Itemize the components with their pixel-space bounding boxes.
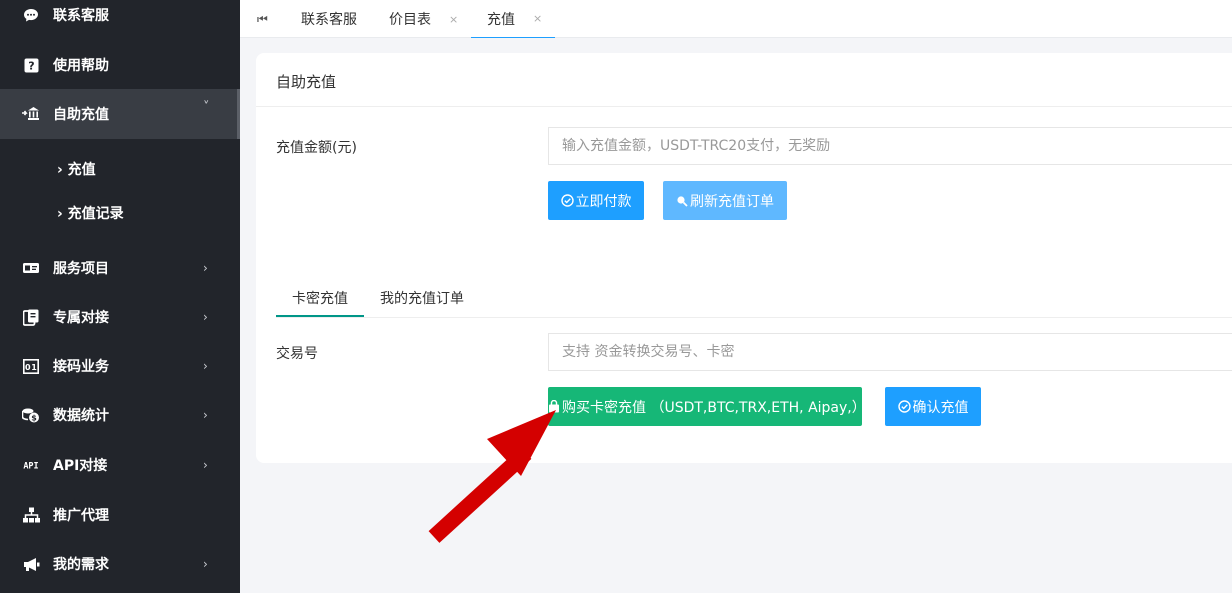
page-title: 自助充值 [276,73,337,91]
sitemap-icon [22,506,40,524]
coins-icon: $ [22,406,40,424]
megaphone-icon [22,555,40,573]
buy-card-button[interactable]: 购买卡密充值 （USDT,BTC,TRX,ETH, Aipay,） [548,387,866,426]
svg-text:?: ? [28,59,34,72]
tab-card-recharge[interactable]: 卡密充值 [276,279,364,317]
sidebar-item-statistics[interactable]: $ 数据统计 › [0,390,240,440]
sidebar-item-label: 专属对接 [53,310,109,326]
tab-my-orders[interactable]: 我的充值订单 [380,279,464,317]
pay-now-label: 立即付款 [575,193,632,210]
tab-contact-support[interactable]: 联系客服 [301,0,357,38]
confirm-recharge-button[interactable]: 确认充值 [885,387,981,426]
tab-label: 联系客服 [301,12,357,28]
search-icon [676,195,688,207]
svg-text:0: 0 [25,363,31,372]
amount-label: 充值金额(元) [276,140,357,156]
sidebar-item-self-recharge[interactable]: 自助充值 ˅ [0,89,240,139]
sidebar-item-sms-code[interactable]: 01 接码业务 › [0,341,240,391]
tab-label: 充值 [487,11,515,28]
chevron-right-icon: › [203,359,208,373]
chat-icon [22,6,40,24]
transaction-input[interactable] [548,333,1232,371]
api-icon: API [22,456,40,474]
sidebar-item-label: 数据统计 [53,408,109,424]
sidebar-item-label: 联系客服 [53,8,109,24]
sidebar-item-label: 推广代理 [53,508,109,524]
sidebar-item-contact-support[interactable]: 联系客服 [0,0,240,40]
sidebar-item-label: 我的需求 [53,557,109,573]
sidebar-item-promotion-agent[interactable]: 推广代理 [0,490,240,540]
sidebar-subitem-label: › 充值 [57,162,96,178]
sidebar-subitem-label: › 充值记录 [57,206,124,222]
sidebar-item-services[interactable]: 服务项目 › [0,243,240,293]
chevron-right-icon: › [203,557,208,571]
chevron-right-icon: › [203,261,208,275]
tab-label: 价目表 [389,12,431,28]
sidebar: 联系客服 ? 使用帮助 自助充值 ˅ › 充值 › 充值记录 服务项目 › 专属… [0,0,240,593]
subtab-label: 卡密充值 [292,291,348,307]
close-icon[interactable]: × [449,13,458,26]
sidebar-item-label: 服务项目 [53,261,109,277]
divider [276,317,1232,318]
card-header: 自助充值 [256,53,1232,107]
shopping-bag-icon [548,400,560,413]
tab-bar: ⏮ 联系客服 价目表 × 充值 × [240,0,1232,38]
check-circle-icon [897,400,911,413]
bank-icon [22,105,40,123]
card-icon [22,259,40,277]
sidebar-item-label: 接码业务 [53,359,109,375]
chevron-right-icon: › [203,408,208,422]
sidebar-subitem-recharge-records[interactable]: › 充值记录 [0,191,240,235]
check-circle-icon [560,194,574,207]
sidebar-item-api[interactable]: API API对接 › [0,440,240,490]
sidebar-item-my-requests[interactable]: 我的需求 › [0,539,240,589]
close-icon[interactable]: × [533,12,542,25]
amount-input[interactable] [548,127,1232,165]
sidebar-item-label: 使用帮助 [53,58,109,74]
sidebar-item-label: 自助充值 [53,107,109,123]
help-icon: ? [22,56,40,74]
chevron-right-icon: › [203,458,208,472]
pay-now-button[interactable]: 立即付款 [548,181,644,220]
buy-card-label: 购买卡密充值 （USDT,BTC,TRX,ETH, Aipay,） [562,399,866,416]
tab-price-list[interactable]: 价目表 × [389,0,458,38]
chevron-down-icon: ˅ [203,100,210,115]
chevron-right-icon: › [203,310,208,324]
tab-recharge[interactable]: 充值 × [471,0,555,38]
code-icon: 01 [22,357,40,375]
transaction-label: 交易号 [276,346,318,362]
recharge-card: 自助充值 充值金额(元) 立即付款 刷新充值订单 卡密充值 我的充值订单 交易号… [256,53,1232,463]
svg-text:1: 1 [31,363,37,372]
sidebar-item-label: API对接 [53,458,108,474]
subtab-label: 我的充值订单 [380,291,464,307]
svg-text:API: API [23,462,38,471]
svg-text:$: $ [31,414,37,423]
refresh-orders-button[interactable]: 刷新充值订单 [663,181,787,220]
refresh-orders-label: 刷新充值订单 [690,193,774,210]
sidebar-item-help[interactable]: ? 使用帮助 [0,40,240,90]
sidebar-item-exclusive-connect[interactable]: 专属对接 › [0,292,240,342]
confirm-recharge-label: 确认充值 [912,399,969,416]
connect-icon [22,308,40,326]
tab-home-icon[interactable]: ⏮ [257,0,268,38]
sidebar-subitem-recharge[interactable]: › 充值 [0,147,240,191]
